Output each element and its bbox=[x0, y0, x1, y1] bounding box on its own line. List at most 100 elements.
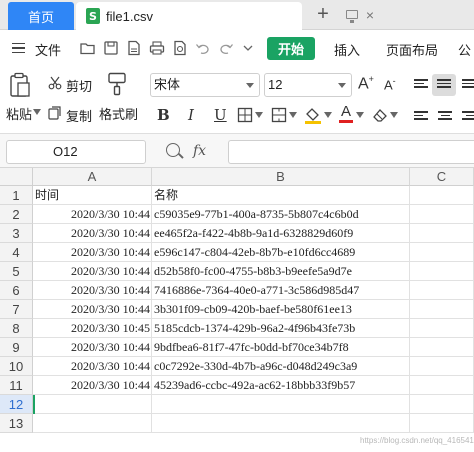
row-header-8[interactable]: 8 bbox=[0, 319, 33, 338]
cell[interactable]: 45239ad6-ccbc-492a-ac62-18bbb33f9b57 bbox=[152, 376, 410, 395]
print-preview-icon[interactable] bbox=[172, 40, 188, 56]
format-painter-button[interactable]: 格式刷 bbox=[99, 104, 138, 123]
monitor-icon[interactable] bbox=[346, 10, 358, 23]
select-all-corner[interactable] bbox=[0, 168, 33, 186]
cell[interactable] bbox=[410, 281, 474, 300]
cell[interactable]: 2020/3/30 10:45 bbox=[33, 319, 152, 338]
cell[interactable]: 2020/3/30 10:44 bbox=[33, 262, 152, 281]
open-folder-icon[interactable] bbox=[80, 40, 96, 56]
cell[interactable]: c59035e9-77b1-400a-8735-5b807c4c6b0d bbox=[152, 205, 410, 224]
font-family-select[interactable]: 宋体 bbox=[150, 73, 260, 97]
tab-formula-partial[interactable]: 公 bbox=[458, 40, 471, 59]
cell[interactable] bbox=[152, 395, 410, 414]
column-header-a[interactable]: A bbox=[33, 168, 152, 186]
italic-icon[interactable]: I bbox=[188, 106, 194, 124]
row-header-2[interactable]: 2 bbox=[0, 205, 33, 224]
cell[interactable]: 时间 bbox=[33, 186, 152, 205]
cell[interactable] bbox=[410, 319, 474, 338]
cell[interactable]: 2020/3/30 10:44 bbox=[33, 338, 152, 357]
cell[interactable] bbox=[410, 300, 474, 319]
new-tab-icon[interactable]: + bbox=[314, 2, 332, 26]
format-painter-icon[interactable] bbox=[106, 72, 128, 96]
cell[interactable]: 2020/3/30 10:44 bbox=[33, 224, 152, 243]
cell[interactable] bbox=[410, 205, 474, 224]
name-box[interactable]: O12 bbox=[6, 140, 146, 164]
tab-page-layout[interactable]: 页面布局 bbox=[386, 40, 438, 59]
cell[interactable]: 2020/3/30 10:44 bbox=[33, 376, 152, 395]
cut-button[interactable]: 剪切 bbox=[66, 76, 92, 95]
tab-home[interactable]: 首页 bbox=[8, 2, 74, 30]
row-header-11[interactable]: 11 bbox=[0, 376, 33, 395]
cell[interactable]: d52b58f0-fc00-4755-b8b3-b9eefe5a9d7e bbox=[152, 262, 410, 281]
paste-button[interactable]: 粘贴 bbox=[6, 104, 32, 123]
column-header-c[interactable]: C bbox=[410, 168, 474, 186]
tab-insert[interactable]: 插入 bbox=[334, 40, 360, 59]
align-left-icon[interactable] bbox=[414, 111, 428, 122]
row-header-5[interactable]: 5 bbox=[0, 262, 33, 281]
chevron-down-icon[interactable] bbox=[390, 112, 398, 118]
cell[interactable]: 5185cdcb-1374-429b-96a2-4f96b43fe73b bbox=[152, 319, 410, 338]
chevron-down-icon[interactable] bbox=[356, 112, 364, 118]
chevron-down-icon[interactable] bbox=[255, 112, 263, 118]
cell[interactable] bbox=[410, 357, 474, 376]
fill-color-icon[interactable] bbox=[304, 106, 322, 124]
cell[interactable]: 2020/3/30 10:44 bbox=[33, 300, 152, 319]
borders-icon[interactable] bbox=[237, 107, 253, 123]
undo-icon[interactable] bbox=[195, 40, 211, 56]
underline-icon[interactable]: U bbox=[214, 106, 227, 124]
formula-input[interactable] bbox=[228, 140, 474, 164]
tab-start[interactable]: 开始 bbox=[267, 37, 315, 60]
paste-chevron-icon[interactable] bbox=[33, 109, 41, 115]
fx-icon[interactable]: fx bbox=[193, 143, 206, 159]
tab-file[interactable]: S file1.csv × bbox=[76, 2, 374, 30]
cell[interactable] bbox=[33, 414, 152, 433]
cell[interactable]: 2020/3/30 10:44 bbox=[33, 357, 152, 376]
cell[interactable]: c0c7292e-330d-4b7b-a96c-d048d249c3a9 bbox=[152, 357, 410, 376]
cell[interactable] bbox=[410, 376, 474, 395]
copy-button[interactable]: 复制 bbox=[66, 106, 92, 125]
cell[interactable] bbox=[152, 414, 410, 433]
chevron-down-icon[interactable] bbox=[289, 112, 297, 118]
cell[interactable] bbox=[33, 395, 152, 414]
cell[interactable]: 3b301f09-cb09-420b-baef-be580f61ee13 bbox=[152, 300, 410, 319]
customize-toolbar-chevron-icon[interactable] bbox=[240, 40, 256, 56]
cell[interactable] bbox=[410, 243, 474, 262]
cell[interactable]: 7416886e-7364-40e0-a771-3c586d985d47 bbox=[152, 281, 410, 300]
save-icon[interactable] bbox=[103, 40, 119, 56]
cell[interactable]: e596c147-c804-42eb-8b7b-e10fd6cc4689 bbox=[152, 243, 410, 262]
row-header-3[interactable]: 3 bbox=[0, 224, 33, 243]
zoom-icon[interactable] bbox=[166, 143, 180, 157]
cell[interactable] bbox=[410, 224, 474, 243]
bold-icon[interactable]: B bbox=[157, 106, 170, 124]
cell[interactable]: 2020/3/30 10:44 bbox=[33, 205, 152, 224]
cell[interactable]: 9bdfbea6-81f7-47fc-b0dd-bf70ce34b7f8 bbox=[152, 338, 410, 357]
row-header-13[interactable]: 13 bbox=[0, 414, 33, 433]
row-header-1[interactable]: 1 bbox=[0, 186, 33, 205]
font-size-select[interactable]: 12 bbox=[264, 73, 352, 97]
chevron-down-icon[interactable] bbox=[324, 112, 332, 118]
hamburger-menu-icon[interactable] bbox=[12, 43, 25, 53]
align-top-icon[interactable] bbox=[414, 79, 428, 90]
row-header-7[interactable]: 7 bbox=[0, 300, 33, 319]
merge-cells-icon[interactable] bbox=[271, 107, 287, 123]
align-middle-button[interactable] bbox=[432, 74, 456, 96]
row-header-10[interactable]: 10 bbox=[0, 357, 33, 376]
row-header-9[interactable]: 9 bbox=[0, 338, 33, 357]
eraser-icon[interactable] bbox=[372, 107, 388, 123]
cell[interactable] bbox=[410, 414, 474, 433]
cell[interactable]: 2020/3/30 10:44 bbox=[33, 281, 152, 300]
increase-font-size-icon[interactable]: A+ bbox=[358, 74, 374, 93]
redo-icon[interactable] bbox=[218, 40, 234, 56]
row-header-12[interactable]: 12 bbox=[0, 395, 33, 414]
cell[interactable]: 名称 bbox=[152, 186, 410, 205]
cell[interactable] bbox=[410, 338, 474, 357]
column-header-b[interactable]: B bbox=[152, 168, 410, 186]
cell[interactable] bbox=[410, 395, 474, 414]
paste-icon[interactable] bbox=[9, 72, 31, 98]
cell[interactable]: ee465f2a-f422-4b8b-9a1d-6328829d60f9 bbox=[152, 224, 410, 243]
print-icon[interactable] bbox=[149, 40, 165, 56]
cell[interactable] bbox=[410, 262, 474, 281]
align-center-icon[interactable] bbox=[438, 111, 452, 122]
row-header-4[interactable]: 4 bbox=[0, 243, 33, 262]
menu-file[interactable]: 文件 bbox=[35, 40, 61, 59]
